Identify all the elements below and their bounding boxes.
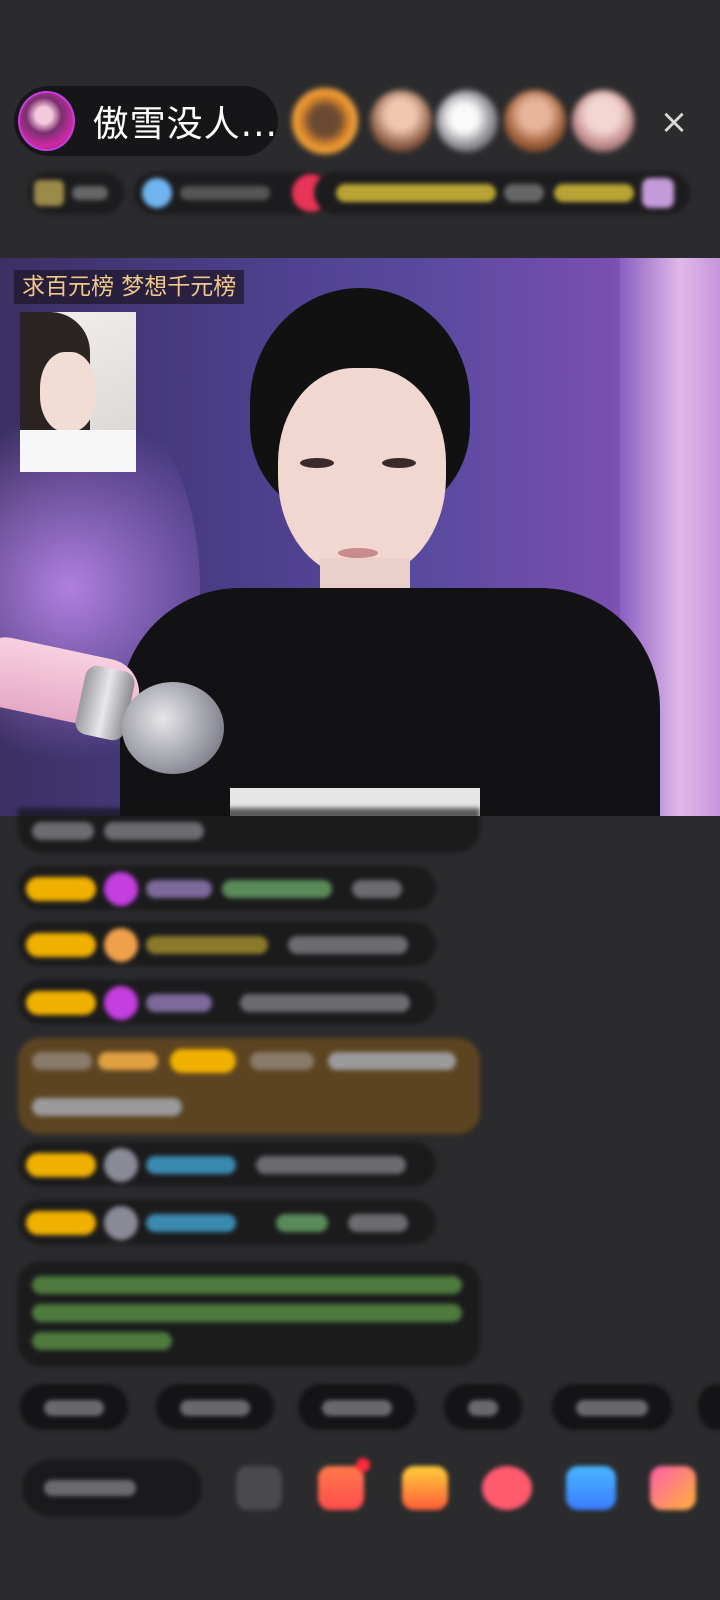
chat-message xyxy=(18,1142,436,1186)
fan-badge xyxy=(26,1153,96,1177)
fan-badge xyxy=(26,1211,96,1235)
quick-reply-chip[interactable] xyxy=(552,1384,672,1430)
fan-badge xyxy=(26,933,96,957)
stream-info-row xyxy=(28,172,690,214)
notification-dot xyxy=(356,1458,370,1472)
stream-banner: 求百元榜 梦想千元榜 xyxy=(14,270,245,304)
more-icon[interactable] xyxy=(650,1466,696,1510)
heart-icon[interactable] xyxy=(482,1466,532,1510)
fan-badge xyxy=(26,991,96,1015)
gift-icon[interactable] xyxy=(318,1458,370,1510)
viewer-avatar[interactable] xyxy=(370,90,432,152)
host-name: 傲雪没人... xyxy=(92,104,278,145)
diamond-icon xyxy=(104,986,138,1020)
game-icon[interactable] xyxy=(566,1466,616,1510)
rank-chip[interactable] xyxy=(28,172,124,214)
quick-reply-chip[interactable] xyxy=(298,1384,416,1430)
chat-input[interactable] xyxy=(22,1460,202,1516)
task-icon xyxy=(642,178,674,208)
host-avatar[interactable] xyxy=(18,91,75,151)
avatar-icon xyxy=(104,1206,138,1240)
close-icon[interactable]: × xyxy=(656,104,692,140)
viewer-avatar[interactable] xyxy=(292,88,358,154)
quick-reply-chip[interactable] xyxy=(156,1384,274,1430)
quick-reply-chip[interactable] xyxy=(444,1384,522,1430)
chat-message xyxy=(18,866,436,910)
fans-chip[interactable] xyxy=(134,172,332,214)
fan-badge xyxy=(170,1049,236,1073)
chat-message xyxy=(18,922,436,966)
task-chip[interactable] xyxy=(314,172,690,214)
viewer-avatar[interactable] xyxy=(436,90,498,152)
fan-badge xyxy=(26,877,96,901)
diamond-icon xyxy=(104,872,138,906)
avatar-icon xyxy=(104,1148,138,1182)
pip-photo xyxy=(20,312,136,472)
red-packet-icon[interactable] xyxy=(402,1466,448,1510)
quick-reply-chip[interactable] xyxy=(20,1384,128,1430)
viewer-avatar[interactable] xyxy=(572,90,634,152)
chat-message-highlight xyxy=(18,1038,480,1134)
host-info-pill[interactable]: 傲雪没人... xyxy=(14,86,278,156)
viewer-avatar[interactable] xyxy=(504,90,566,152)
chat-message xyxy=(18,980,436,1024)
chat-message xyxy=(18,1200,436,1244)
chat-message xyxy=(18,808,480,852)
quick-reply-chip[interactable] xyxy=(698,1384,720,1430)
emoji-icon[interactable] xyxy=(236,1466,282,1510)
chat-notice xyxy=(18,1262,480,1366)
hand-icon xyxy=(104,928,138,962)
